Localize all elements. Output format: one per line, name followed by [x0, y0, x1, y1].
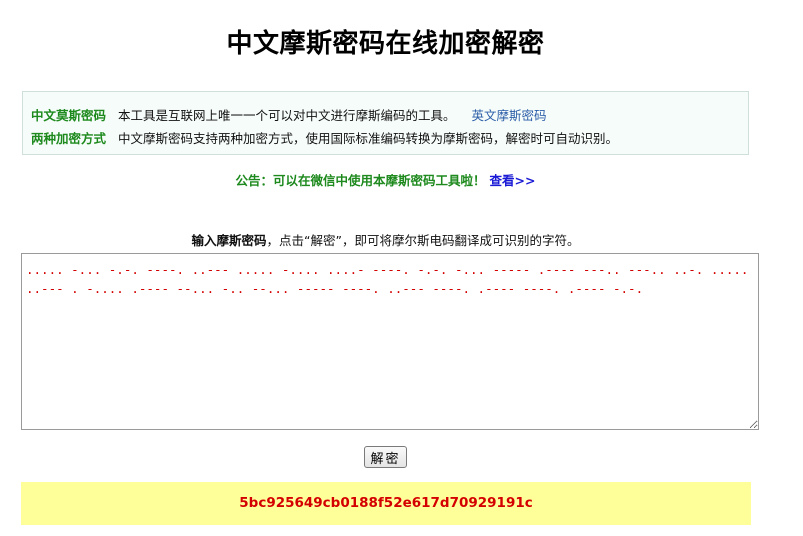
info-label-encryption-modes: 两种加密方式 — [31, 131, 107, 146]
morse-input[interactable] — [21, 253, 759, 430]
instruction-rest: ，点击“解密”，即可将摩尔斯电码翻译成可识别的字符。 — [266, 233, 580, 248]
instruction: 输入摩斯密码，点击“解密”，即可将摩尔斯电码翻译成可识别的字符。 — [0, 232, 771, 250]
english-morse-link[interactable]: 英文摩斯密码 — [472, 108, 547, 123]
page-title: 中文摩斯密码在线加密解密 — [226, 29, 545, 59]
notice-text: 公告：可以在微信中使用本摩斯密码工具啦！ — [235, 173, 486, 188]
info-text-chinese-morse: 本工具是互联网上唯一一个可以对中文进行摩斯编码的工具。 — [118, 108, 456, 123]
info-label-chinese-morse: 中文莫斯密码 — [31, 108, 107, 123]
result-output: 5bc925649cb0188f52e617d70929191c — [21, 482, 751, 525]
info-row-chinese-morse: 中文莫斯密码 本工具是互联网上唯一一个可以对中文进行摩斯编码的工具。 英文摩斯密… — [31, 104, 748, 127]
decrypt-button[interactable]: 解密 — [364, 446, 407, 468]
notice-view-link[interactable]: 查看>> — [490, 173, 536, 188]
info-box: 中文莫斯密码 本工具是互联网上唯一一个可以对中文进行摩斯编码的工具。 英文摩斯密… — [22, 91, 749, 155]
info-row-encryption-modes: 两种加密方式 中文摩斯密码支持两种加密方式，使用国际标准编码转换为摩斯密码，解密… — [31, 127, 748, 150]
instruction-bold: 输入摩斯密码 — [191, 233, 267, 248]
info-text-encryption-modes: 中文摩斯密码支持两种加密方式，使用国际标准编码转换为摩斯密码，解密时可自动识别。 — [118, 131, 619, 146]
notice: 公告：可以在微信中使用本摩斯密码工具啦！ 查看>> — [0, 172, 771, 190]
